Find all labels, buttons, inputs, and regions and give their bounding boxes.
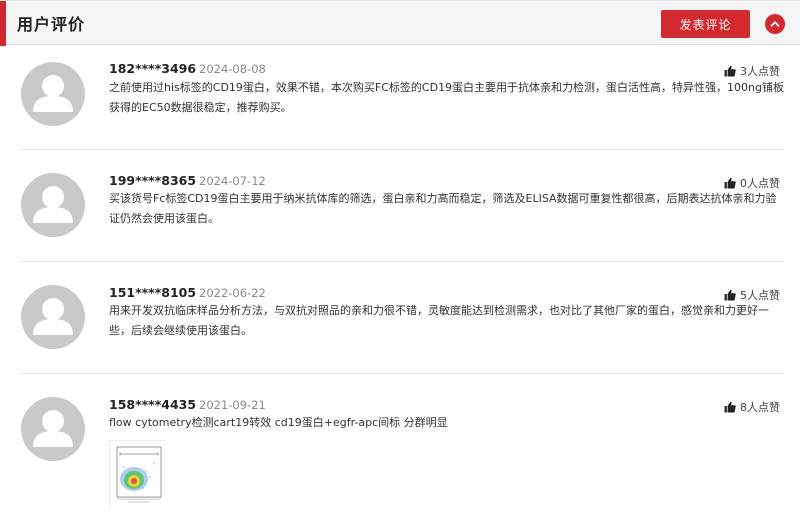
reviews-header: 用户评价 发表评论 [0,0,800,46]
page-title: 用户评价 [17,15,86,34]
like-button[interactable]: 3人点赞 [724,63,780,79]
review-content: 之前使用过his标签的CD19蛋白，效果不错，本次购买FC标签的CD19蛋白主要… [109,81,785,114]
review-username: 182****3496 [109,61,197,76]
review-date: 2021-09-21 [199,398,266,412]
review-image-thumbnail[interactable] [109,440,166,509]
review-divider [20,373,783,374]
chevron-up-icon [770,21,780,27]
thumbs-up-icon [724,65,736,77]
thumbs-up-icon [724,401,736,413]
review-username: 151****8105 [109,285,197,300]
review-content: 用来开发双抗临床样品分析方法，与双抗对照品的亲和力很不错，灵敏度能达到检测需求，… [109,304,769,337]
user-avatar-icon [33,75,73,112]
user-avatar-icon [33,298,73,335]
review-date: 2024-08-08 [199,62,266,76]
avatar [21,397,85,461]
header-accent-bar [0,1,6,46]
review-divider [20,261,783,262]
review-content: flow cytometry检测cart19转效 cd19蛋白+egfr-apc… [109,416,448,429]
review-divider [20,149,783,150]
user-avatar-icon [33,410,73,447]
user-avatar-icon [33,186,73,223]
review-username: 199****8365 [109,173,197,188]
collapse-button[interactable] [765,14,785,34]
flow-cytometry-plot-image [110,441,166,509]
avatar [21,173,85,237]
avatar [21,62,85,126]
review-username: 158****4435 [109,397,197,412]
thumbs-up-icon [724,177,736,189]
review-date: 2024-07-12 [199,174,266,188]
like-count: 3人点赞 [740,65,780,78]
review-content: 买该货号Fc标签CD19蛋白主要用于纳米抗体库的筛选，蛋白亲和力高而稳定，筛选及… [109,192,777,225]
avatar [21,285,85,349]
thumbs-up-icon [724,289,736,301]
post-review-button[interactable]: 发表评论 [661,10,750,38]
review-date: 2022-06-22 [199,286,266,300]
